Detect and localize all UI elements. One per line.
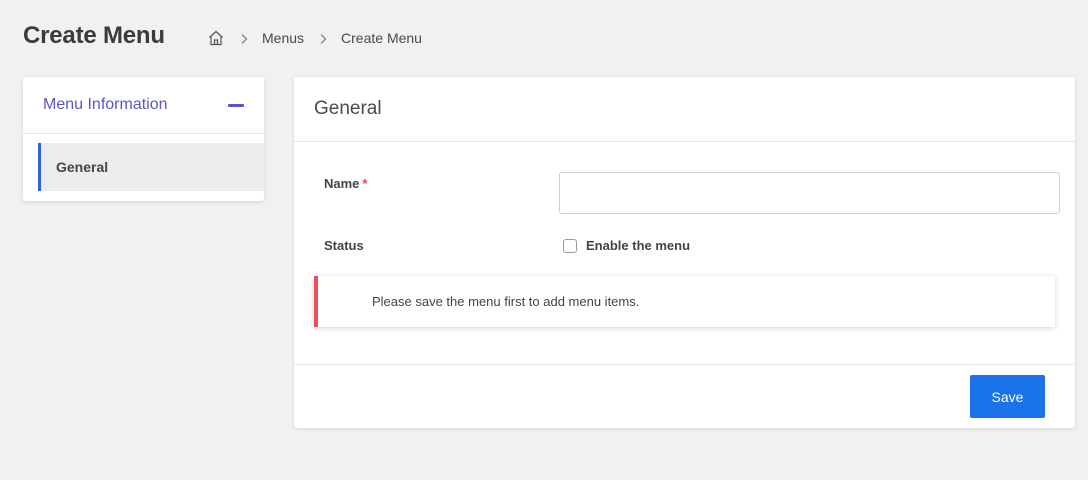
page-title: Create Menu <box>23 22 165 49</box>
menu-information-panel: Menu Information General <box>23 77 264 201</box>
save-button[interactable]: Save <box>970 375 1045 418</box>
home-icon[interactable] <box>207 29 225 47</box>
menu-information-header[interactable]: Menu Information <box>23 77 264 134</box>
menu-information-title: Menu Information <box>43 96 168 113</box>
general-form-card: General Name * Status Enable the menu Ple… <box>294 77 1075 428</box>
minus-icon[interactable] <box>228 103 244 107</box>
sidebar-item-general[interactable]: General <box>38 143 264 191</box>
chevron-right-icon <box>239 32 249 44</box>
status-label: Status <box>324 238 364 253</box>
required-marker: * <box>362 176 368 191</box>
sidebar-item-label: General <box>56 159 109 175</box>
name-input[interactable] <box>559 172 1060 214</box>
name-label-text: Name <box>324 176 360 191</box>
breadcrumb-item-create-menu: Create Menu <box>341 30 422 46</box>
save-first-notice: Please save the menu first to add menu i… <box>314 276 1055 327</box>
enable-menu-label[interactable]: Enable the menu <box>586 238 690 253</box>
section-title: General <box>294 77 1075 142</box>
chevron-right-icon <box>318 32 328 44</box>
form-footer: Save <box>294 364 1075 429</box>
name-label: Name * <box>324 176 367 191</box>
breadcrumb-item-menus[interactable]: Menus <box>262 30 304 46</box>
breadcrumb: Menus Create Menu <box>207 29 422 47</box>
checkbox-box[interactable] <box>563 238 577 253</box>
enable-menu-checkbox[interactable]: Enable the menu <box>563 238 690 253</box>
